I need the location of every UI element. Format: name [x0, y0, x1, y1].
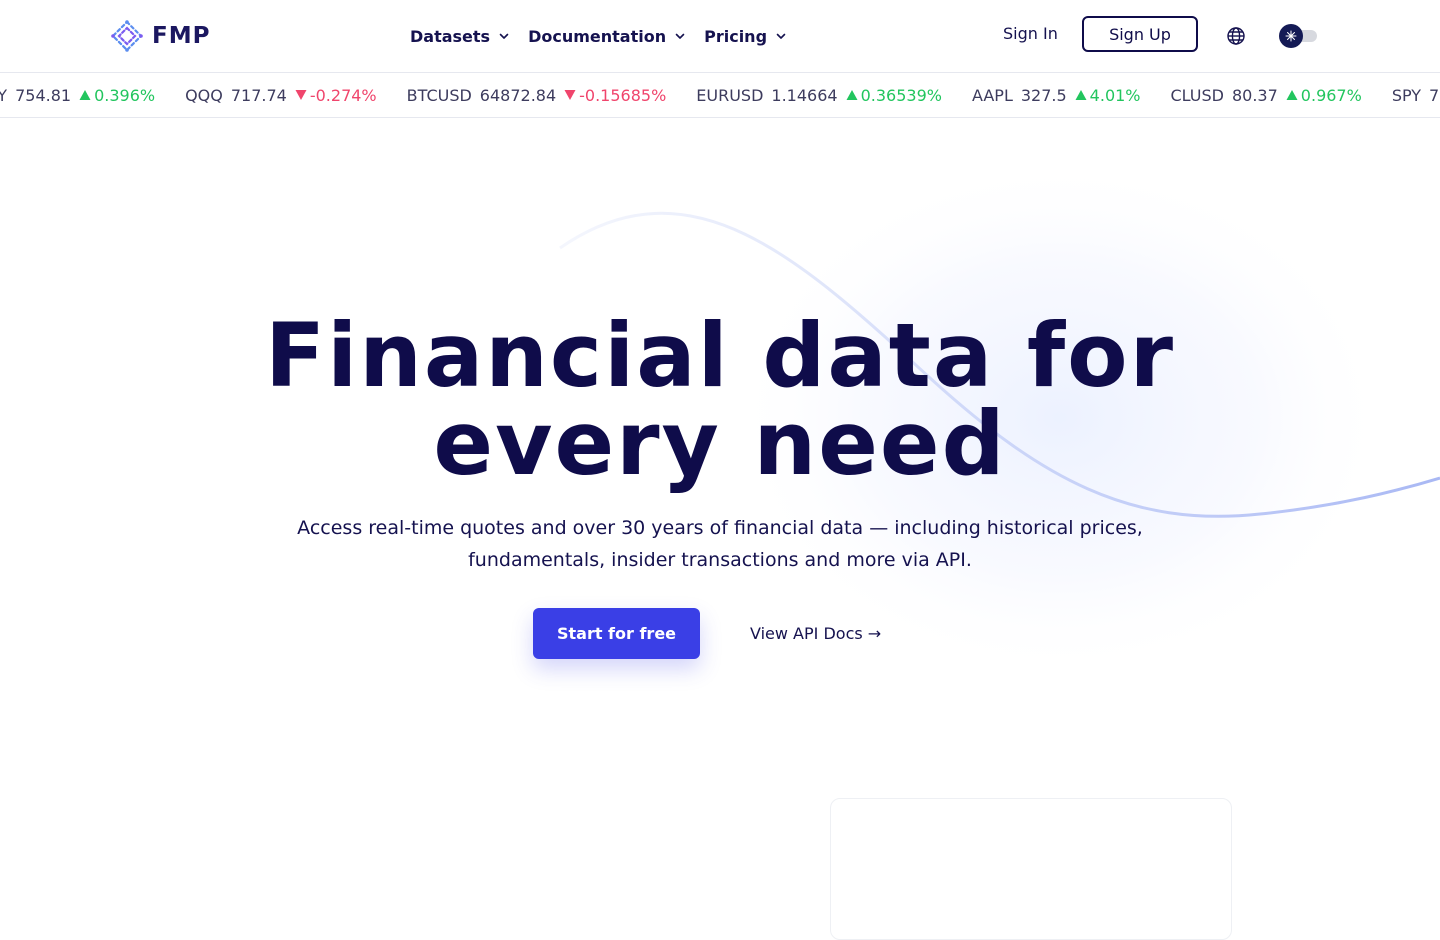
ticker-price: 754.81 — [15, 85, 72, 105]
ticker-change: -0.274% — [295, 86, 377, 105]
nav-datasets-label: Datasets — [410, 26, 491, 46]
ticker-change-value: -0.274% — [309, 85, 377, 105]
nav-documentation-label: Documentation — [528, 26, 667, 46]
nav-pricing-label: Pricing — [704, 26, 768, 46]
main-nav: Datasets Documentation Pricing — [410, 22, 787, 50]
ticker-item[interactable]: AAPL 327.5 4.01% — [972, 86, 1141, 105]
ticker-symbol: CLUSD — [1170, 85, 1224, 105]
logo-text: FMP — [152, 23, 211, 49]
ticker-change: -0.15685% — [564, 86, 666, 105]
ticker-item[interactable]: EURUSD 1.14664 0.36539% — [696, 86, 942, 105]
ticker-price: 64872.84 — [479, 85, 557, 105]
nav-documentation[interactable]: Documentation — [528, 27, 686, 46]
hero-subtitle: Access real-time quotes and over 30 year… — [297, 517, 1143, 571]
ticker-change: 4.01% — [1075, 86, 1141, 105]
chevron-down-icon — [675, 33, 685, 39]
sign-up-button[interactable]: Sign Up — [1082, 16, 1198, 52]
view-api-docs-link[interactable]: View API Docs → — [750, 624, 881, 643]
ticker-item[interactable]: PY 754.81 0.396% — [0, 86, 155, 105]
ticker-price: 754.81 — [1429, 85, 1440, 105]
theme-toggle-knob — [1279, 24, 1303, 48]
site-header: FMP Datasets Documentation Pricing Sign … — [0, 0, 1440, 73]
globe-icon[interactable] — [1226, 26, 1246, 46]
ticker-item[interactable]: CLUSD 80.37 0.967% — [1171, 86, 1362, 105]
ticker-item[interactable]: BTCUSD 64872.84 -0.15685% — [407, 86, 667, 105]
ticker-price: 80.37 — [1231, 85, 1278, 105]
ticker-item[interactable]: SPY754.810.396% — [1392, 86, 1440, 105]
nav-datasets[interactable]: Datasets — [410, 27, 510, 46]
triangle-up-icon — [79, 90, 91, 100]
ticker-symbol: AAPL — [971, 85, 1013, 105]
ticker-price: 1.14664 — [771, 85, 838, 105]
ticker-change-value: 0.396% — [94, 85, 156, 105]
hero-background — [559, 158, 1440, 678]
ticker-track: PY 754.81 0.396% QQQ 717.74 -0.274% BTCUSD 6487… — [0, 73, 1440, 117]
sign-in-link[interactable]: Sign In — [1003, 24, 1058, 43]
start-for-free-button[interactable]: Start for free — [533, 608, 700, 659]
ticker-change-value: 4.01% — [1089, 85, 1141, 105]
ticker-change: 0.396% — [79, 86, 155, 105]
logo-link[interactable]: FMP — [110, 18, 210, 54]
ticker-price: 717.74 — [230, 85, 287, 105]
hero-headline-line2: every need — [433, 392, 1007, 495]
ticker-change-value: 0.36539% — [860, 85, 942, 105]
theme-toggle[interactable] — [1279, 24, 1317, 48]
fmp-logo-icon — [111, 20, 143, 52]
ticker-item[interactable]: QQQ 717.74 -0.274% — [185, 86, 377, 105]
ticker-change-value: -0.15685% — [579, 85, 667, 105]
preview-card — [830, 798, 1232, 940]
ticker-symbol: QQQ — [185, 85, 223, 105]
chevron-down-icon — [499, 33, 509, 39]
triangle-down-icon — [564, 90, 576, 100]
nav-pricing[interactable]: Pricing — [704, 27, 787, 46]
ticker-symbol: EURUSD — [696, 85, 764, 105]
ticker-symbol: PY — [0, 86, 7, 105]
market-ticker: PY 754.81 0.396% QQQ 717.74 -0.274% BTCUSD 6487… — [0, 73, 1440, 118]
hero-headline-line1: Financial data for — [264, 304, 1176, 407]
sparkle-icon — [1285, 30, 1297, 42]
triangle-up-icon — [846, 90, 858, 100]
ticker-symbol: SPY — [1391, 85, 1422, 105]
ticker-change: 0.36539% — [846, 86, 942, 105]
triangle-down-icon — [295, 90, 307, 100]
ticker-symbol: BTCUSD — [406, 85, 472, 105]
chevron-down-icon — [776, 33, 786, 39]
ticker-change: 0.967% — [1286, 86, 1362, 105]
triangle-up-icon — [1075, 90, 1087, 100]
hero-headline: Financial data for every need — [0, 312, 1440, 488]
triangle-up-icon — [1286, 90, 1298, 100]
ticker-change-value: 0.967% — [1300, 85, 1362, 105]
ticker-price: 327.5 — [1020, 85, 1067, 105]
